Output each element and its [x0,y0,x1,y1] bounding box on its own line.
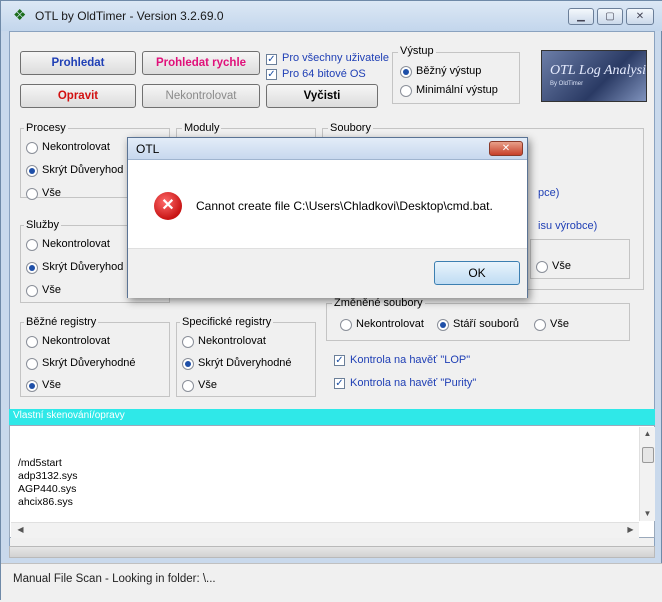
list-item: AGP440.sys [18,483,77,495]
error-icon: ✕ [154,192,182,220]
maximize-button[interactable]: ▢ [597,8,623,25]
common-registry-hide-trusted-radio[interactable] [26,358,38,370]
close-button[interactable]: ✕ [626,8,654,25]
common-registry-all-label: Vše [42,379,61,391]
scroll-down-icon[interactable]: ▼ [640,509,655,518]
scroll-right-icon[interactable]: ▶ [623,525,638,534]
scroll-up-icon[interactable]: ▲ [640,429,655,438]
files-subgroup [530,239,630,279]
dialog-footer: OK [128,248,527,298]
app-icon: ❖ [13,7,27,24]
scroll-thumb[interactable] [642,447,654,463]
list-item: adp3132.sys [18,470,78,482]
services-no-check-label: Nekontrolovat [42,238,110,250]
services-group-title: Služby [24,219,62,231]
x64-label: Pro 64 bitové OS [282,68,366,80]
services-hide-trusted-radio[interactable] [26,262,38,274]
processes-hide-trusted-label: Skrýt Důveryhod [42,164,124,176]
ok-button[interactable]: OK [434,261,520,285]
dialog-close-button[interactable]: ✕ [489,141,523,156]
standard-output-radio[interactable] [400,66,412,78]
changed-files-group-title: Změněné soubory [332,297,425,309]
quick-scan-button[interactable]: Prohledat rychle [142,51,260,75]
changed-files-age-radio[interactable] [437,319,449,331]
custom-scan-textarea[interactable]: /md5start adp3132.sys AGP440.sys ahcix86… [9,425,655,538]
custom-scan-header: Vlastní skenování/opravy [9,409,655,425]
status-bar: Manual File Scan - Looking in folder: \.… [1,563,662,602]
specific-registry-no-check-radio[interactable] [182,336,194,348]
output-group [392,52,520,104]
logo-subtext: By OldTimer [550,81,584,87]
horizontal-scrollbar[interactable]: ◀ ▶ [11,522,639,538]
processes-no-check-radio[interactable] [26,142,38,154]
changed-files-age-label: Stáří souborů [453,318,520,330]
processes-group-title: Procesy [24,122,68,134]
window-title: OTL by OldTimer - Version 3.2.69.0 [35,9,224,23]
title-bar[interactable]: ❖ OTL by OldTimer - Version 3.2.69.0 ▁ ▢… [1,1,662,31]
changed-files-all-radio[interactable] [534,319,546,331]
dialog-title: OTL [136,142,160,156]
output-group-title: Výstup [398,45,436,57]
common-registry-hide-trusted-label: Skrýt Důveryhodné [42,357,136,369]
services-all-label: Vše [42,284,61,296]
common-registry-all-radio[interactable] [26,380,38,392]
app-window: ❖ OTL by OldTimer - Version 3.2.69.0 ▁ ▢… [0,0,662,602]
services-hide-trusted-label: Skrýt Důveryhod [42,261,124,273]
processes-all-label: Vše [42,187,61,199]
files-all-radio[interactable] [536,261,548,273]
modules-group-title: Moduly [182,122,222,134]
files-group-title: Soubory [328,122,373,134]
specific-registry-hide-trusted-label: Skrýt Důveryhodné [198,357,292,369]
dialog-message: Cannot create file C:\Users\Chladkovi\De… [196,199,493,213]
x64-checkbox[interactable]: ✓ [266,69,277,80]
specific-registry-no-check-label: Nekontrolovat [198,335,266,347]
all-users-checkbox[interactable]: ✓ [266,54,277,65]
specific-registry-all-radio[interactable] [182,380,194,392]
error-dialog: OTL ✕ ✕ Cannot create file C:\Users\Chla… [127,137,528,298]
specific-registry-all-label: Vše [198,379,217,391]
files-all-label: Vše [552,260,571,272]
clean-button[interactable]: Vyčisti [266,84,378,108]
processes-no-check-label: Nekontrolovat [42,141,110,153]
changed-files-no-check-radio[interactable] [340,319,352,331]
vertical-scrollbar[interactable]: ▲ ▼ [639,427,655,521]
otl-log-analysis-logo[interactable]: OTL Log Analysis By OldTimer [541,50,647,102]
no-check-button[interactable]: Nekontrolovat [142,84,260,108]
minimize-button[interactable]: ▁ [568,8,594,25]
scan-button[interactable]: Prohledat [20,51,136,75]
common-registry-no-check-radio[interactable] [26,336,38,348]
specific-registry-hide-trusted-radio[interactable] [182,358,194,370]
dialog-title-bar[interactable]: OTL ✕ [128,138,527,160]
standard-output-label: Běžný výstup [416,65,482,77]
processes-all-radio[interactable] [26,188,38,200]
changed-files-no-check-label: Nekontrolovat [356,318,424,330]
files-option-partial-2: isu výrobce) [538,220,598,232]
processes-hide-trusted-radio[interactable] [26,165,38,177]
list-item: ahcix86.sys [18,496,73,508]
lop-label: Kontrola na havěť "LOP" [350,354,471,366]
services-all-radio[interactable] [26,285,38,297]
minimal-output-label: Minimální výstup [416,84,498,96]
files-option-partial-1: pce) [538,187,560,199]
status-text: Manual File Scan - Looking in folder: \.… [13,573,216,585]
list-item: /md5start [18,457,62,469]
purity-label: Kontrola na havěť "Purity" [350,377,477,389]
progress-bar [9,546,655,558]
scroll-left-icon[interactable]: ◀ [13,525,28,534]
common-registry-no-check-label: Nekontrolovat [42,335,110,347]
specific-registry-group-title: Specifické registry [180,316,274,328]
services-no-check-radio[interactable] [26,239,38,251]
changed-files-all-label: Vše [550,318,569,330]
minimal-output-radio[interactable] [400,85,412,97]
all-users-label: Pro všechny uživatele [282,52,389,64]
purity-checkbox[interactable]: ✓ [334,378,345,389]
logo-text: OTL Log Analysis [550,63,647,78]
custom-scan-label: Vlastní skenování/opravy [13,410,125,421]
common-registry-group-title: Běžné registry [24,316,99,328]
fix-button[interactable]: Opravit [20,84,136,108]
lop-checkbox[interactable]: ✓ [334,355,345,366]
